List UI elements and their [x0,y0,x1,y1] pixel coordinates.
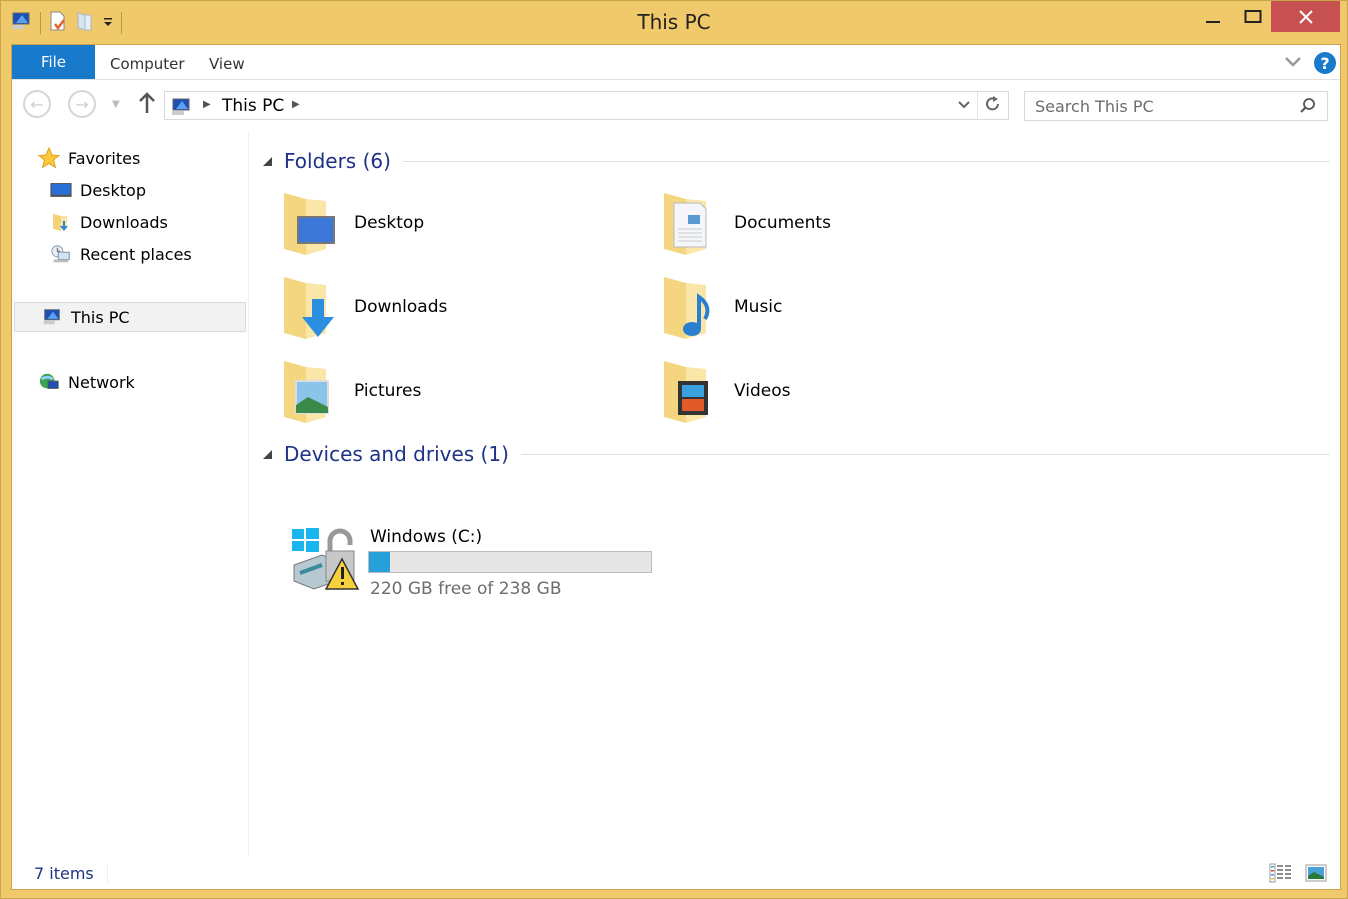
star-icon [38,147,60,169]
pictures-folder-icon [280,355,344,427]
forward-button[interactable]: → [68,90,96,118]
arrow-left-icon: ← [30,94,44,114]
search-box[interactable]: Search This PC [1024,91,1328,121]
breadcrumb-this-pc[interactable]: This PC [222,96,284,116]
status-bar: 7 items [12,857,1340,889]
arrow-right-icon: → [75,94,89,114]
ribbon: File Computer View ? [12,45,1340,80]
collapse-triangle-icon[interactable] [263,449,272,459]
folder-label: Pictures [354,381,422,401]
network-icon [38,372,60,392]
documents-folder-icon [660,187,724,259]
folder-downloads[interactable]: Downloads [260,267,630,347]
drive-usage-fill [369,552,391,572]
minimize-button[interactable] [1190,1,1236,32]
recent-places-icon [50,244,72,264]
drive-usage-bar [368,551,652,573]
close-icon [1298,9,1313,24]
chevron-down-icon [958,101,970,109]
folder-videos[interactable]: Videos [640,351,1010,431]
navigation-pane: Favorites Desktop Downloads Recent place… [12,131,249,857]
content-pane: Folders (6) Desktop Documents Downloads [260,131,1340,857]
tab-computer[interactable]: Computer [110,55,185,73]
nav-label: Downloads [80,212,168,232]
maximize-button[interactable] [1236,1,1270,32]
drive-label: Windows (C:) [370,527,483,547]
refresh-icon [986,96,999,111]
breadcrumb-chevron-icon[interactable]: ▶ [292,99,300,110]
drive-free-space: 220 GB free of 238 GB [370,579,562,599]
folder-documents[interactable]: Documents [640,183,1010,263]
large-icons-view-button[interactable] [1305,864,1327,886]
nav-recent-places[interactable]: Recent places [50,239,192,269]
nav-label: Recent places [80,244,192,264]
search-input[interactable]: Search This PC [1035,97,1154,116]
folder-desktop[interactable]: Desktop [260,183,630,263]
explorer-window: File Computer View ? ← → ▼ ▶ This PC ▶ S… [11,44,1341,890]
group-divider [402,160,1330,162]
computer-icon [169,97,193,121]
window-title: This PC [637,10,711,34]
folder-music[interactable]: Music [640,267,1010,347]
nav-label: Desktop [80,180,146,200]
group-divider [520,453,1330,455]
folder-label: Videos [734,381,791,401]
up-button[interactable] [138,92,156,120]
details-view-icon [1269,863,1291,883]
desktop-icon [50,180,72,200]
recent-locations-dropdown[interactable]: ▼ [112,99,120,110]
arrow-up-icon [139,92,155,113]
nav-label: Favorites [68,148,141,168]
computer-icon [41,307,63,327]
desktop-folder-icon [280,187,344,259]
folder-pictures[interactable]: Pictures [260,351,630,431]
group-title: Devices and drives (1) [284,442,509,466]
title-bar: This PC [0,0,1348,46]
folder-label: Documents [734,213,831,233]
collapse-triangle-icon[interactable] [263,156,272,166]
address-dropdown-button[interactable] [957,98,971,115]
breadcrumb-chevron-icon[interactable]: ▶ [203,99,211,110]
nav-downloads[interactable]: Downloads [50,207,168,237]
nav-label: This PC [71,307,130,327]
navigation-bar: ← → ▼ ▶ This PC ▶ Search This PC [12,81,1340,129]
group-title: Folders (6) [284,149,391,173]
downloads-folder-icon [50,212,72,232]
address-divider [977,92,978,119]
minimize-icon [1206,20,1220,23]
nav-desktop[interactable]: Desktop [50,175,146,205]
folders-group-header[interactable]: Folders (6) [260,146,1330,176]
details-view-button[interactable] [1269,863,1293,887]
search-icon[interactable] [1299,97,1317,119]
folder-label: Music [734,297,783,317]
bitlocker-drive-icon [290,525,362,601]
expand-ribbon-button[interactable] [1284,52,1302,74]
music-folder-icon [660,271,724,343]
tab-file[interactable]: File [12,45,95,79]
nav-favorites[interactable]: Favorites [38,143,140,173]
nav-network[interactable]: Network [38,367,135,397]
help-icon[interactable]: ? [1314,52,1336,74]
drives-group-header[interactable]: Devices and drives (1) [260,439,1330,469]
tab-view[interactable]: View [209,55,245,73]
maximize-icon [1244,9,1262,23]
folder-label: Downloads [354,297,448,317]
refresh-button[interactable] [984,94,1002,119]
close-button[interactable] [1271,1,1340,32]
videos-folder-icon [660,355,724,427]
chevron-down-icon [1285,57,1301,67]
nav-this-pc[interactable]: This PC [14,302,246,332]
large-icons-view-icon [1305,864,1327,882]
downloads-folder-icon [280,271,344,343]
address-bar[interactable]: ▶ This PC ▶ [164,91,1009,120]
nav-label: Network [68,372,135,392]
status-separator [107,863,108,883]
folder-label: Desktop [354,213,425,233]
drive-c[interactable]: Windows (C:) 220 GB free of 238 GB [278,521,658,601]
item-count: 7 items [34,864,94,883]
back-button[interactable]: ← [23,90,51,118]
